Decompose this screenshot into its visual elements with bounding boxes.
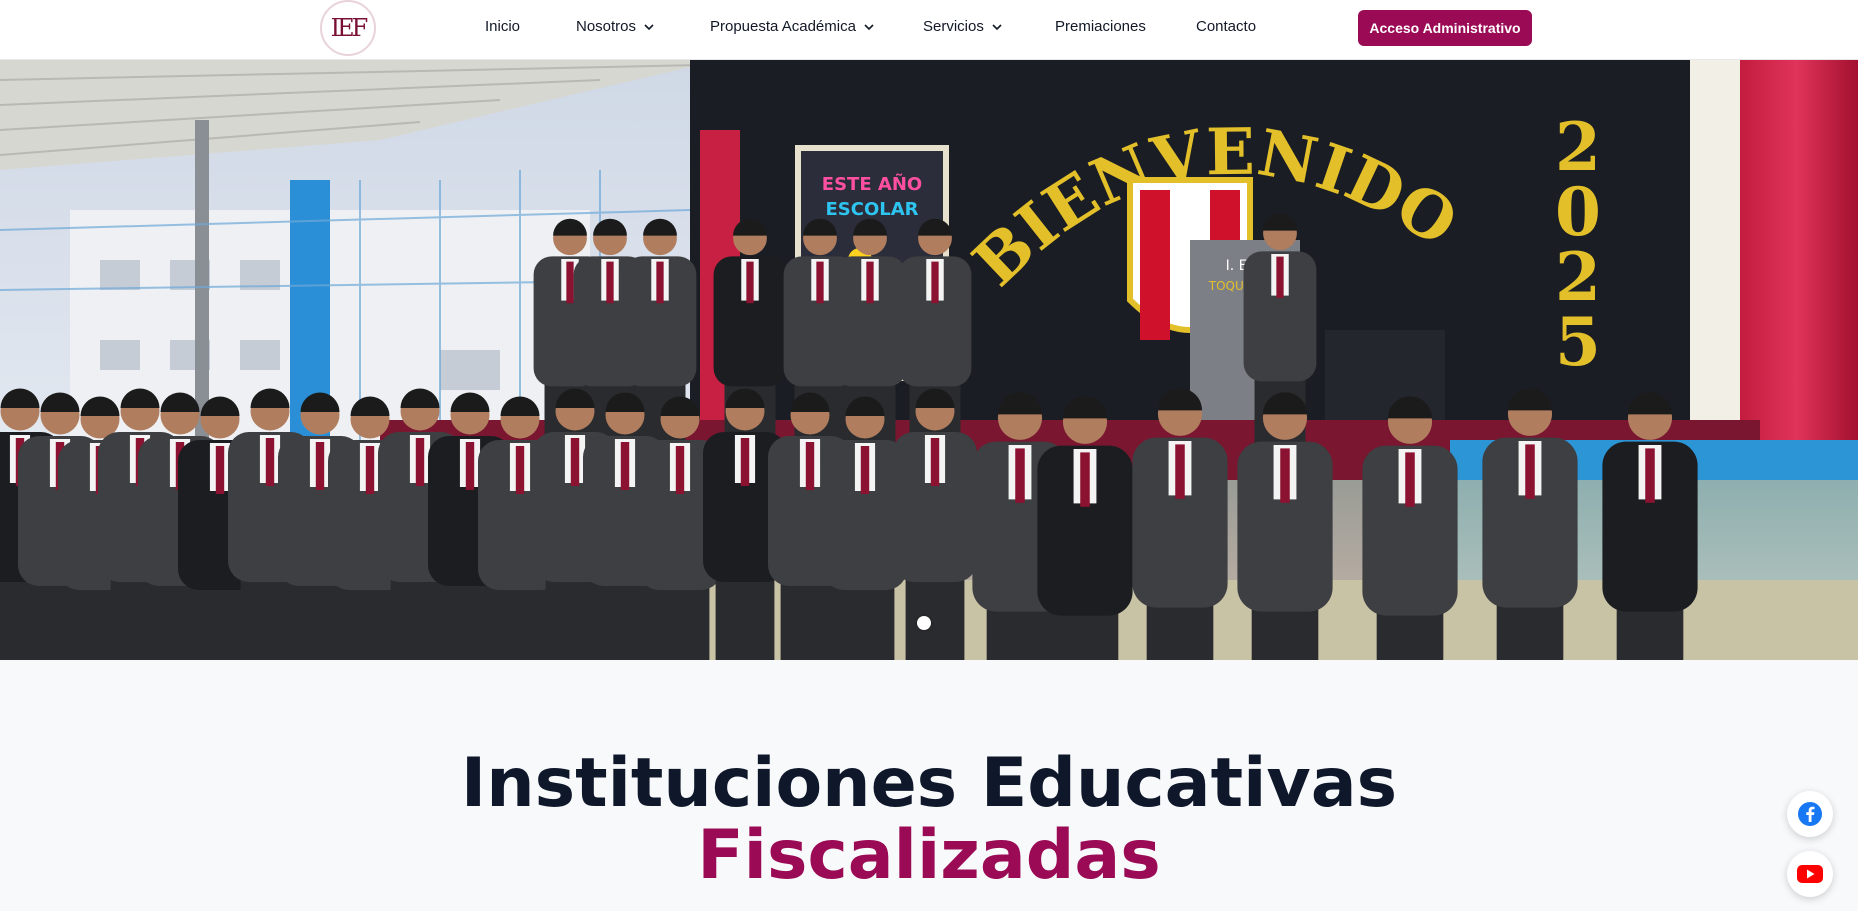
admin-access-button[interactable]: Acceso Administrativo bbox=[1358, 10, 1532, 46]
intro-section: Instituciones Educativas Fiscalizadas bbox=[0, 660, 1858, 911]
nav-item-propuesta-academica[interactable]: Propuesta Académica bbox=[710, 18, 876, 35]
nav-item-inicio[interactable]: Inicio bbox=[485, 18, 520, 35]
nav-item-contacto[interactable]: Contacto bbox=[1196, 18, 1256, 35]
youtube-icon bbox=[1797, 865, 1823, 883]
page: IEF Inicio Nosotros Propuesta Académica … bbox=[0, 0, 1858, 911]
facebook-icon bbox=[1798, 802, 1822, 826]
nav-item-nosotros[interactable]: Nosotros bbox=[576, 18, 656, 35]
chevron-down-icon bbox=[644, 23, 654, 30]
sign-text: ESTE AÑO bbox=[822, 172, 922, 195]
chevron-down-icon bbox=[864, 23, 874, 30]
heading-line-1: Instituciones Educativas bbox=[460, 744, 1398, 823]
svg-text:5: 5 bbox=[1555, 303, 1601, 381]
top-navbar: IEF Inicio Nosotros Propuesta Académica … bbox=[0, 0, 1858, 60]
nav-label: Nosotros bbox=[576, 18, 637, 35]
nav-label: Premiaciones bbox=[1055, 18, 1146, 35]
carousel-dot-active[interactable] bbox=[917, 616, 931, 630]
youtube-button[interactable] bbox=[1787, 851, 1833, 897]
nav-label: Inicio bbox=[485, 18, 521, 35]
nav-item-servicios[interactable]: Servicios bbox=[923, 18, 1004, 35]
nav-label: Contacto bbox=[1196, 18, 1257, 35]
main-nav: Inicio Nosotros Propuesta Académica Serv… bbox=[0, 0, 1858, 56]
facebook-button[interactable] bbox=[1787, 791, 1833, 837]
heading-line-2: Fiscalizadas bbox=[697, 816, 1161, 895]
hero-image: ESTE AÑO ESCOLAR BIENVENIDOS 2025 I. E. … bbox=[0, 60, 1858, 660]
svg-text:ESCOLAR: ESCOLAR bbox=[825, 199, 918, 220]
hero-carousel: ESTE AÑO ESCOLAR BIENVENIDOS 2025 I. E. … bbox=[0, 60, 1858, 660]
section-heading: Instituciones Educativas Fiscalizadas bbox=[0, 748, 1858, 892]
nav-item-premiaciones[interactable]: Premiaciones bbox=[1055, 18, 1146, 35]
chevron-down-icon bbox=[992, 23, 1002, 30]
nav-label: Servicios bbox=[923, 18, 984, 35]
year-banner: 2025 bbox=[1555, 108, 1601, 381]
nav-label: Propuesta Académica bbox=[710, 18, 856, 35]
